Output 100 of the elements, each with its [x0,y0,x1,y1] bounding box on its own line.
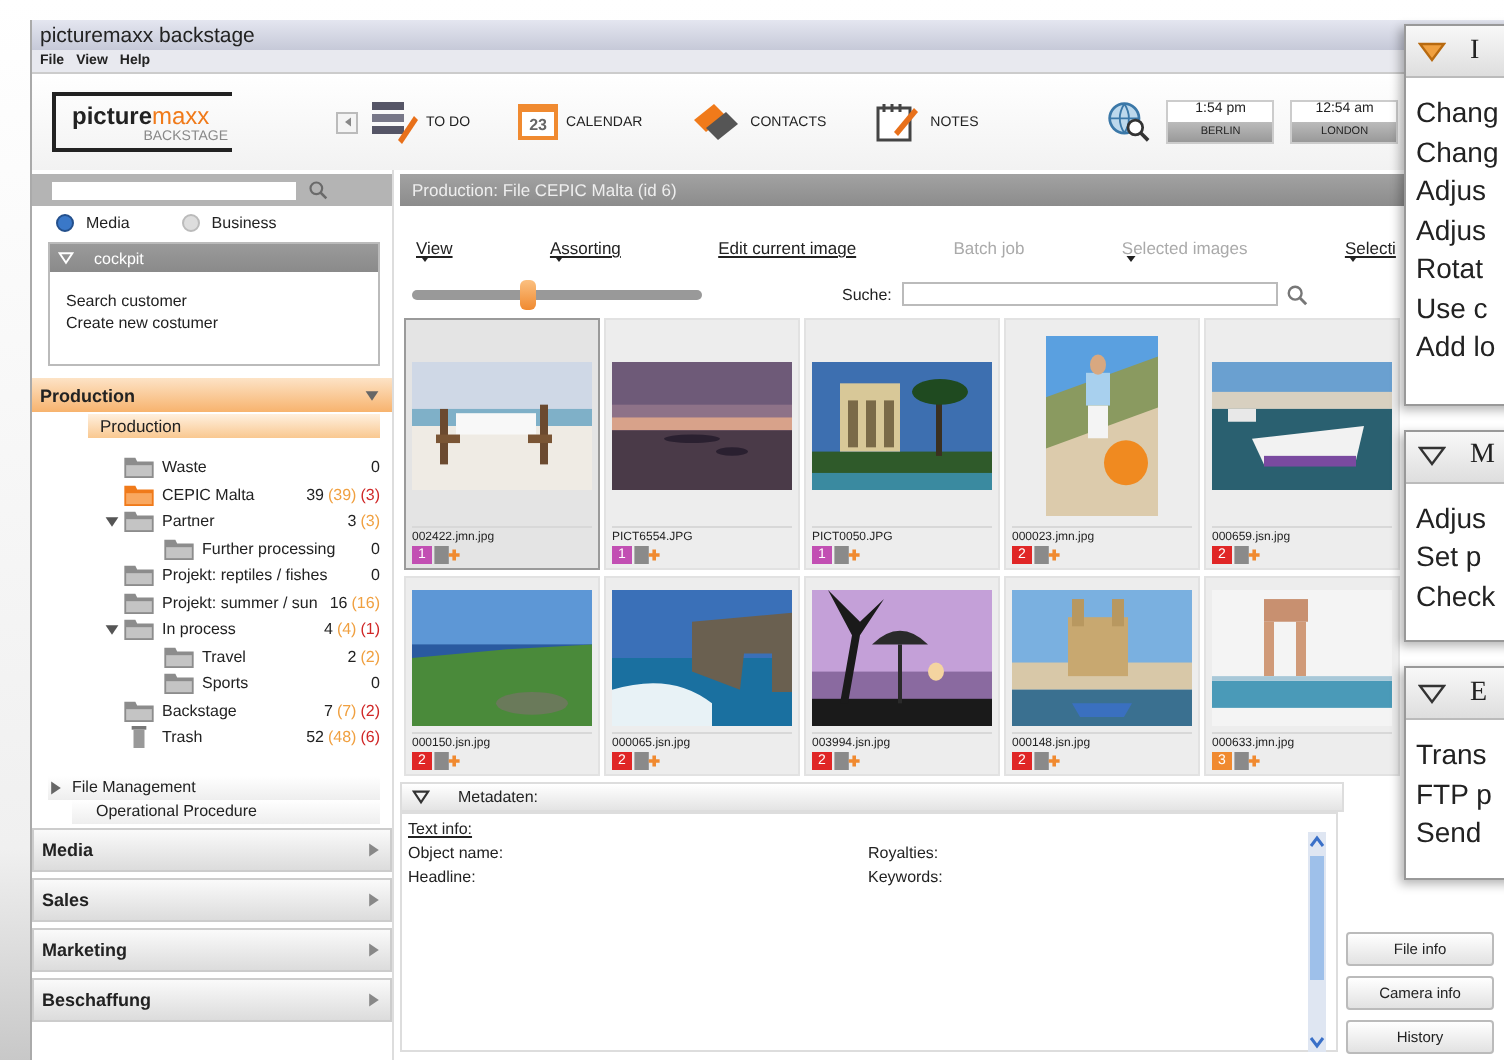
add-image-icon[interactable] [1034,545,1060,563]
slider-thumb[interactable] [520,279,536,309]
folder-label[interactable]: Partner [162,512,344,531]
search-icon[interactable] [308,180,328,200]
nav-item[interactable]: Operational Procedure [72,799,380,823]
cards-icon [690,100,743,144]
item-count: (48) [327,728,357,747]
menu-link[interactable]: Edit current image [718,238,857,258]
field-label: Royalties: [868,844,941,862]
expand-icon[interactable] [104,621,120,638]
folder-label[interactable]: Backstage [162,701,320,720]
nav-label: Operational Procedure [96,802,257,820]
item-count: 39 [306,485,324,504]
search-label: Suche: [842,285,892,303]
folder-label[interactable]: Waste [162,458,368,477]
search-field[interactable] [52,181,296,199]
add-image-icon[interactable] [834,751,860,769]
panel-header[interactable]: I [1406,26,1504,78]
field-label: Headline: [408,868,478,886]
menu-link[interactable]: View [416,238,453,258]
item-count: 0 [371,566,380,585]
action-item[interactable]: Adjus [1416,172,1504,211]
subsection-header[interactable]: Production [88,414,380,438]
action-item[interactable]: Trans [1416,736,1504,775]
item-count: 0 [371,458,380,477]
add-image-icon[interactable] [634,751,660,769]
globe-search-icon[interactable] [1106,100,1151,144]
add-image-icon[interactable] [1234,545,1260,563]
panel-header[interactable]: Metadaten: [400,782,1344,812]
item-count: 2 [347,647,357,666]
panel-header[interactable]: E [1406,668,1504,720]
nav-item[interactable]: File Management [48,775,380,799]
item-count: 7 [323,701,333,720]
action-item[interactable]: Chang [1416,94,1504,133]
item-count: (2) [360,647,380,666]
folder-label[interactable]: Travel [202,647,344,666]
add-image-icon[interactable] [434,751,460,769]
add-image-icon[interactable] [1234,751,1260,769]
caret-icon [420,256,430,262]
expand-icon[interactable] [1418,683,1446,703]
action-item[interactable]: Send [1416,814,1504,853]
folder-label[interactable]: Projekt: reptiles / fishes [162,566,368,585]
cockpit-link[interactable]: Create new costumer [66,314,378,332]
menu-link[interactable]: Assorting [549,238,621,258]
scrollbar[interactable] [1308,832,1326,1052]
folder-label[interactable]: CEPIC Malta [162,485,303,504]
action-item[interactable]: Chang [1416,133,1504,172]
radio-label[interactable]: Media [86,213,130,231]
action-item[interactable]: Check [1416,577,1504,616]
folder-label[interactable]: In process [162,620,320,639]
folder-label[interactable]: Sports [202,674,368,693]
item-count: (7) [336,701,357,720]
collapse-button[interactable] [336,111,358,133]
folder-label[interactable]: Projekt: summer / sun [162,593,326,612]
arrow-left-icon [341,116,353,128]
add-image-icon[interactable] [1034,751,1060,769]
section-title: Production [40,385,135,405]
panel-header[interactable]: M [1406,431,1504,483]
content-title: Production: File CEPIC Malta (id 6) [412,180,677,200]
expand-icon[interactable] [104,513,120,530]
action-item[interactable]: Use c [1416,289,1504,328]
action-item[interactable]: Adjus [1416,211,1504,250]
expand-icon[interactable] [48,779,64,795]
calendar-icon: 23 [518,104,559,140]
nav-label: File Management [72,778,196,796]
item-count: 0 [371,539,380,558]
radio-label[interactable]: Business [211,213,277,231]
radio-button[interactable] [56,213,74,231]
section-header[interactable]: Production [32,378,392,412]
item-count: (6) [360,728,380,747]
search-icon[interactable] [1285,283,1308,305]
cockpit-link[interactable]: Search customer [66,292,378,310]
section-header[interactable]: Beschaffung [32,977,392,1021]
action-item[interactable]: Adjus [1416,499,1504,538]
radio-button[interactable] [181,213,200,231]
folder-label[interactable]: Further processing [202,539,368,558]
action-item[interactable]: Set p [1416,538,1504,577]
section-header[interactable]: Sales [32,877,392,921]
item-count: 16 [329,593,348,612]
item-count: (3) [360,512,380,531]
section-title: Marketing [42,939,128,959]
item-count: 3 [347,512,357,531]
item-count: 0 [371,674,380,693]
section-header[interactable]: Marketing [32,927,392,971]
add-image-icon[interactable] [834,545,860,563]
folder-label[interactable]: Trash [162,728,303,747]
search-field[interactable] [901,282,1278,306]
section-header[interactable]: Media [32,827,392,871]
action-item[interactable]: Rotat [1416,250,1504,289]
action-item[interactable]: FTP p [1416,775,1504,814]
add-image-icon[interactable] [434,545,460,563]
expand-icon[interactable] [1418,446,1446,466]
panel-title: I [1470,35,1480,67]
section-link[interactable]: Text info: [408,820,868,838]
expand-icon[interactable] [412,788,430,806]
item-count: (16) [351,593,380,612]
add-image-icon[interactable] [634,545,660,563]
menu-link[interactable]: Selecti [1344,238,1396,258]
notepad-icon [874,100,923,144]
action-item[interactable]: Add lo [1416,328,1504,367]
